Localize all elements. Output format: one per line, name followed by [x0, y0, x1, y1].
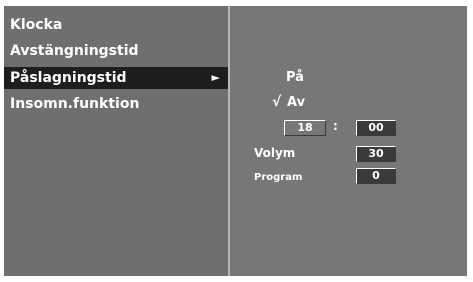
- menu-item-label: Insomn.funktion: [10, 96, 140, 112]
- submenu-arrow-icon: ►: [211, 71, 220, 84]
- menu-item-klocka[interactable]: Klocka: [4, 14, 228, 36]
- menu-item-label: Klocka: [10, 17, 63, 33]
- menu-item-label: Avstängningstid: [10, 43, 139, 59]
- screen: Klocka Avstängningstid Påslagningstid ► …: [0, 0, 473, 282]
- volume-field[interactable]: 30: [356, 146, 396, 162]
- menu-item-avstangningstid[interactable]: Avstängningstid: [4, 40, 228, 62]
- option-off[interactable]: Av: [287, 95, 305, 110]
- menu-item-insomn-funktion[interactable]: Insomn.funktion: [4, 93, 228, 115]
- program-label: Program: [254, 172, 303, 183]
- volume-label: Volym: [254, 146, 296, 160]
- time-separator: :: [333, 119, 338, 133]
- menu-item-label: Påslagningstid: [10, 70, 127, 86]
- hour-field[interactable]: 18: [284, 120, 326, 136]
- check-mark-icon: √: [272, 94, 282, 110]
- left-menu-panel: Klocka Avstängningstid Påslagningstid ► …: [4, 6, 230, 276]
- option-on[interactable]: På: [286, 70, 304, 85]
- osd-menu-frame: Klocka Avstängningstid Påslagningstid ► …: [4, 6, 467, 276]
- minute-field[interactable]: 00: [356, 120, 396, 136]
- menu-item-paslagningstid[interactable]: Påslagningstid ►: [4, 67, 228, 89]
- settings-panel: På √ Av 18 : 00 Volym 30 Program 0: [230, 6, 467, 276]
- program-field[interactable]: 0: [356, 168, 396, 184]
